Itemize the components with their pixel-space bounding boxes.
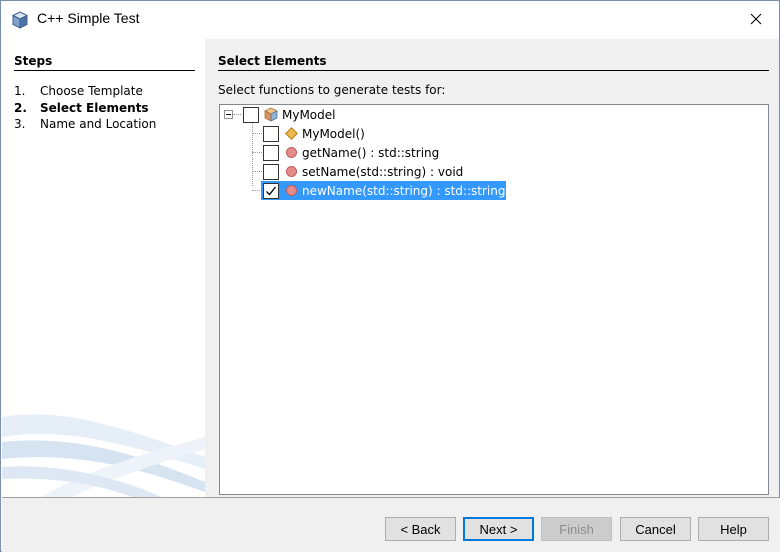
tree-item-constructor[interactable]: MyModel() (263, 124, 365, 143)
finish-button[interactable]: Finish (541, 517, 612, 541)
checkbox[interactable] (263, 144, 279, 161)
tree-item-newname[interactable]: newName(std::string) : std::string (261, 181, 507, 200)
step-item-choose-template: 1. Choose Template (14, 83, 156, 100)
next-button[interactable]: Next > (463, 517, 534, 541)
steps-title: Steps (14, 54, 53, 68)
tree-item-getname[interactable]: getName() : std::string (263, 143, 439, 162)
tree-root-mymodel[interactable]: MyModel (243, 105, 335, 124)
instruction-text: Select functions to generate tests for: (218, 83, 446, 97)
close-icon (750, 13, 762, 28)
collapse-toggle[interactable] (224, 110, 233, 119)
step-label: Name and Location (40, 117, 157, 131)
tree-connector (252, 133, 262, 134)
checkbox[interactable] (263, 125, 279, 142)
step-label: Select Elements (40, 100, 149, 115)
wizard-dialog: C++ Simple Test Steps 1. Choose Template … (0, 0, 780, 552)
window-title: C++ Simple Test (37, 10, 140, 26)
divider (14, 70, 195, 71)
decorative-swoosh (2, 414, 205, 497)
steps-list: 1. Choose Template 2. Select Elements 3. Na… (14, 83, 156, 133)
class-icon (263, 107, 279, 123)
function-tree[interactable]: MyModel MyModel() getName() : std::strin… (219, 104, 769, 495)
content-panel: Select Elements Select functions to gene… (205, 39, 779, 497)
title-bar[interactable]: C++ Simple Test (1, 1, 779, 39)
tree-node-label: MyModel (282, 107, 336, 122)
constructor-icon (283, 126, 299, 142)
method-icon (283, 183, 299, 199)
tree-node-label: MyModel() (302, 126, 365, 141)
tree-connector (252, 171, 262, 172)
method-icon (283, 145, 299, 161)
method-icon (283, 164, 299, 180)
button-bar: < Back Next > Finish Cancel Help (2, 498, 780, 552)
divider (218, 70, 769, 71)
checkbox[interactable] (243, 106, 259, 123)
step-number: 2. (14, 100, 27, 115)
tree-node-label: getName() : std::string (302, 145, 440, 160)
cancel-button[interactable]: Cancel (620, 517, 691, 541)
tree-node-label: newName(std::string) : std::string (302, 183, 506, 198)
cube-icon (11, 11, 29, 29)
steps-panel: Steps 1. Choose Template 2. Select Element… (2, 39, 205, 497)
step-number: 3. (14, 117, 26, 131)
checkbox[interactable] (263, 163, 279, 180)
checkmark-icon (266, 186, 277, 195)
step-item-name-and-location: 3. Name and Location (14, 116, 156, 133)
close-button[interactable] (733, 1, 779, 39)
checkbox-checked[interactable] (263, 182, 279, 199)
page-title: Select Elements (218, 54, 327, 68)
back-button[interactable]: < Back (385, 517, 456, 541)
tree-node-label: setName(std::string) : void (302, 164, 464, 179)
tree-connector (233, 114, 241, 115)
step-label: Choose Template (40, 84, 143, 98)
tree-item-setname[interactable]: setName(std::string) : void (263, 162, 463, 181)
tree-connector (252, 152, 262, 153)
step-number: 1. (14, 84, 26, 98)
help-button[interactable]: Help (698, 517, 769, 541)
step-item-select-elements: 2. Select Elements (14, 100, 156, 117)
